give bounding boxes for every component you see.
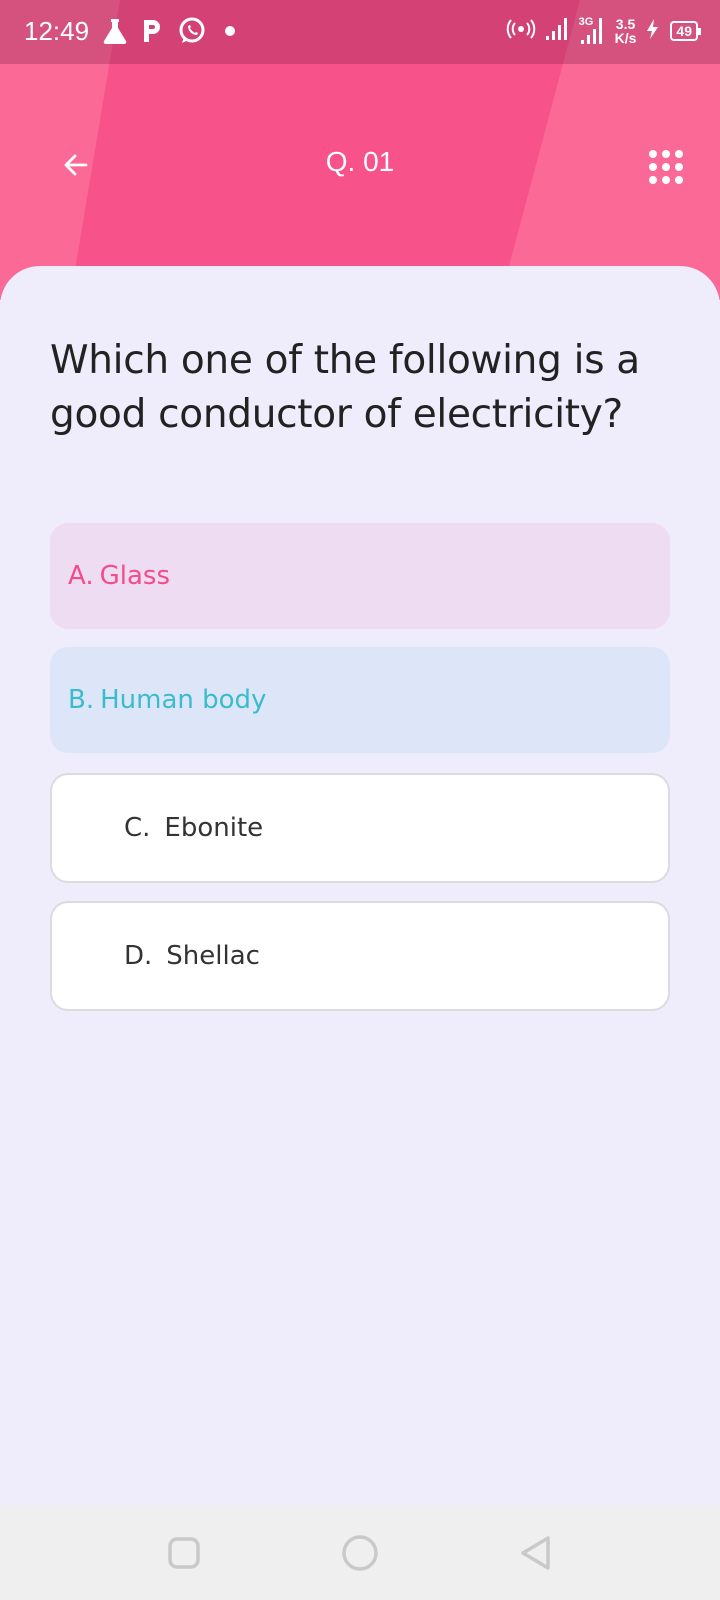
home-circle-icon <box>342 1535 378 1571</box>
status-bar: 12:49 3G 3.5 K/s 49 <box>0 0 720 64</box>
charging-icon <box>644 17 662 46</box>
question-number: Q. 01 <box>325 146 395 177</box>
option-a[interactable]: A. Glass <box>50 523 670 629</box>
option-d[interactable]: D. Shellac <box>50 901 670 1011</box>
back-triangle-icon <box>521 1536 550 1570</box>
option-label: Human body <box>100 685 267 715</box>
back-button[interactable] <box>56 145 96 185</box>
whatsapp-icon <box>176 14 208 48</box>
back-nav-button[interactable] <box>513 1530 559 1576</box>
option-letter: B. <box>68 685 95 715</box>
network-speed: 3.5 K/s <box>614 16 637 46</box>
option-letter: D. <box>124 941 153 971</box>
hotspot-icon <box>505 17 537 46</box>
signal-3g-icon: 3G <box>579 16 607 46</box>
question-grid-button[interactable] <box>648 149 684 185</box>
recents-button[interactable] <box>161 1530 207 1576</box>
status-time: 12:49 <box>24 16 90 46</box>
arrow-left-icon <box>64 154 88 176</box>
system-nav-bar <box>0 1506 720 1600</box>
notification-dot-icon <box>224 14 236 48</box>
question-text: Which one of the following is a good con… <box>50 338 640 437</box>
flask-icon <box>100 14 130 48</box>
grid-dots-icon <box>649 150 683 184</box>
question-card <box>0 266 720 1506</box>
battery-icon: 49 <box>670 21 701 41</box>
p-app-icon <box>140 14 164 48</box>
option-letter: A. <box>68 561 94 591</box>
option-letter: C. <box>124 813 151 843</box>
home-button[interactable] <box>337 1530 383 1576</box>
option-b[interactable]: B. Human body <box>50 647 670 753</box>
option-label: Shellac <box>166 941 260 971</box>
recents-square-icon <box>168 1537 200 1569</box>
option-c[interactable]: C. Ebonite <box>50 773 670 883</box>
signal-icon <box>545 16 571 47</box>
option-label: Glass <box>99 561 170 591</box>
option-label: Ebonite <box>164 813 264 843</box>
